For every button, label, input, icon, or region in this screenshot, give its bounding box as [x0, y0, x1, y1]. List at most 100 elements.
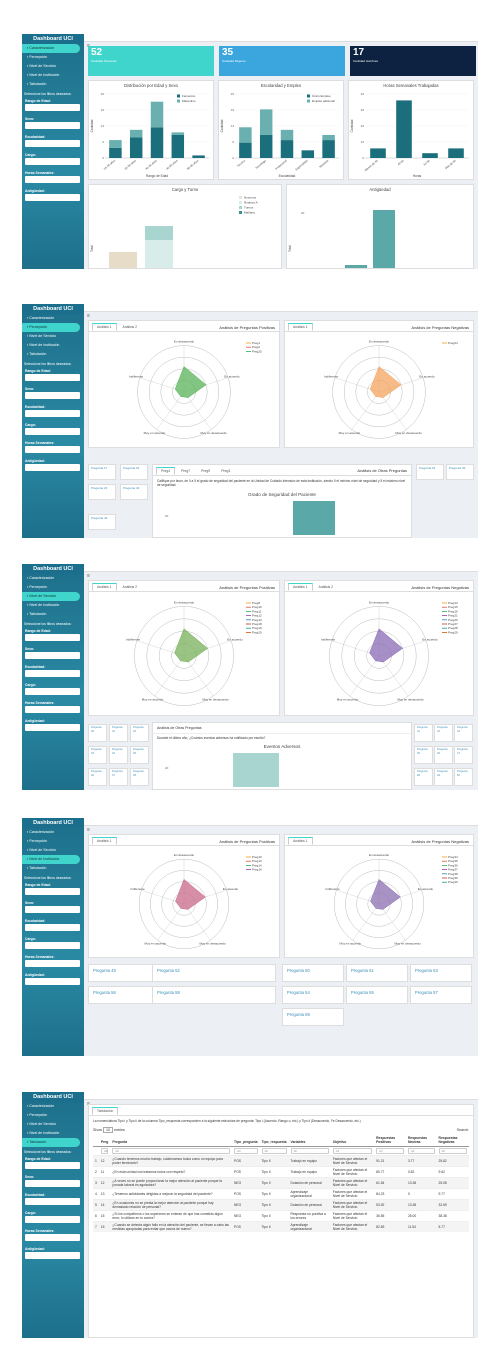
table-row[interactable]: 1 12 ¿Cuando tenemos mucho trabajo, colabo… — [93, 1155, 469, 1167]
column-header[interactable]: Respuestas Negativas — [436, 1134, 469, 1147]
column-header[interactable]: Pregunta — [110, 1134, 233, 1147]
column-filter[interactable]: All — [407, 1148, 435, 1154]
sidebar-item[interactable]: ▪ Nivel de Institución — [22, 601, 84, 610]
column-filter[interactable]: All — [112, 1148, 231, 1154]
sidebar-item[interactable]: ▪ Caracterización — [22, 574, 84, 583]
question-box[interactable]: Pregunta 40 — [120, 484, 148, 500]
question-box[interactable]: Pregunta 44 — [454, 724, 473, 742]
column-filter[interactable]: All — [290, 1148, 329, 1154]
tab-analisis-1[interactable]: Análisis 1 — [92, 837, 117, 845]
question-box[interactable]: Pregunta 50 — [282, 964, 344, 982]
question-box[interactable]: Pregunta 37 — [109, 768, 128, 786]
filter-input[interactable] — [25, 688, 80, 695]
tab-tabulacion[interactable]: Tabulación — [92, 1107, 119, 1115]
tab-other-question[interactable]: Preg3 — [216, 467, 235, 475]
question-box[interactable]: Pregunta 31 — [109, 724, 128, 742]
question-box[interactable]: Pregunta 53 — [410, 964, 472, 982]
column-filter[interactable]: All — [332, 1148, 373, 1154]
sidebar-item[interactable]: ▪ Nivel de Servicio — [22, 592, 80, 601]
sidebar-item[interactable]: ▪ Nivel de Servicio — [22, 332, 84, 341]
filter-input[interactable] — [25, 960, 80, 967]
sidebar-item[interactable]: ▪ Percepción — [22, 837, 84, 846]
question-box[interactable]: Pregunta 39 — [446, 464, 474, 480]
sidebar-item[interactable]: ▪ Percepción — [22, 1111, 84, 1120]
question-box[interactable]: Pregunta 57 — [410, 986, 472, 1004]
question-box[interactable]: Pregunta 51 — [346, 964, 408, 982]
question-box[interactable]: Pregunta 59 — [282, 1008, 344, 1026]
sidebar-item[interactable]: ▪ Nivel de Institución — [22, 1129, 84, 1138]
filter-input[interactable] — [25, 634, 80, 641]
sidebar-item[interactable]: ▪ Nivel de Servicio — [22, 846, 84, 855]
sidebar-item[interactable]: ▪ Nivel de Institución — [22, 341, 84, 350]
table-row[interactable]: 3 12 ¿A veces no se puede proporcionar la … — [93, 1177, 469, 1189]
question-box[interactable]: Pregunta 17 — [88, 464, 116, 480]
sidebar-item[interactable]: ▪ Tabulación — [22, 610, 84, 619]
filter-input[interactable] — [25, 410, 80, 417]
entries-select[interactable]: 10 — [103, 1127, 113, 1133]
filter-input[interactable] — [25, 670, 80, 677]
filter-input[interactable] — [25, 906, 80, 913]
tab-other-question[interactable]: Preg7 — [176, 467, 195, 475]
filter-input[interactable] — [25, 706, 80, 713]
filter-input[interactable] — [25, 652, 80, 659]
question-box[interactable]: Pregunta 42 — [434, 724, 453, 742]
filter-input[interactable] — [25, 1216, 80, 1223]
table-row[interactable]: 2 11 ¿En esta unidad nos tratamos todos co… — [93, 1166, 469, 1178]
column-header[interactable]: Tipo_pregunta — [232, 1134, 260, 1147]
table-row[interactable]: 6 15 ¿Si los compañeros o los superiores s… — [93, 1210, 469, 1222]
question-box[interactable]: Pregunta 23 — [88, 484, 116, 500]
filter-input[interactable] — [25, 1162, 80, 1169]
question-box[interactable]: Pregunta 50 — [454, 768, 473, 786]
sidebar-item[interactable]: ▪ Nivel de Servicio — [22, 62, 84, 71]
filter-input[interactable] — [25, 122, 80, 129]
question-box[interactable]: Pregunta 52 — [152, 964, 276, 982]
filter-input[interactable] — [25, 446, 80, 453]
hamburger-icon[interactable]: ≡ — [84, 313, 90, 319]
sidebar-item[interactable]: ▪ Tabulación — [22, 80, 84, 89]
question-box[interactable]: Pregunta 55 — [346, 986, 408, 1004]
question-box[interactable]: Pregunta 33 — [88, 746, 107, 764]
question-box[interactable]: Pregunta 24 — [416, 464, 444, 480]
filter-input[interactable] — [25, 1198, 80, 1205]
question-box[interactable]: Pregunta 36 — [88, 768, 107, 786]
filter-input[interactable] — [25, 158, 80, 165]
column-header[interactable]: Tipo_respuesta — [259, 1134, 289, 1147]
filter-input[interactable] — [25, 1180, 80, 1187]
question-box[interactable]: Pregunta 49 — [434, 768, 453, 786]
hamburger-icon[interactable]: ≡ — [84, 573, 90, 579]
tab-other-question[interactable]: Preg9 — [196, 467, 215, 475]
question-box[interactable]: Pregunta 34 — [109, 746, 128, 764]
tab-analisis-2[interactable]: Análisis 2 — [314, 583, 339, 591]
column-filter[interactable]: All — [376, 1148, 404, 1154]
filter-input[interactable] — [25, 464, 80, 471]
column-header[interactable]: Preg — [98, 1134, 111, 1147]
sidebar-item[interactable]: ▪ Caracterización — [22, 1102, 84, 1111]
question-box[interactable]: Pregunta 35 — [130, 746, 149, 764]
filter-input[interactable] — [25, 924, 80, 931]
sidebar-item[interactable]: ▪ Caracterización — [22, 44, 80, 53]
sidebar-item[interactable]: ▪ Nivel de Institución — [22, 71, 84, 80]
column-header[interactable]: Objetivo — [330, 1134, 375, 1147]
sidebar-item[interactable]: ▪ Percepción — [22, 53, 84, 62]
sidebar-item[interactable]: ▪ Percepción — [22, 583, 84, 592]
question-box[interactable]: Pregunta 30 — [88, 724, 107, 742]
tab-analisis-2[interactable]: Análisis 2 — [118, 583, 143, 591]
sidebar-item[interactable]: ▪ Tabulación — [22, 350, 84, 359]
sidebar-item[interactable]: ▪ Caracterización — [22, 314, 84, 323]
hamburger-icon[interactable]: ≡ — [84, 827, 90, 833]
question-box[interactable]: Pregunta 43 — [88, 514, 116, 530]
filter-input[interactable] — [25, 1252, 80, 1259]
question-box[interactable]: Pregunta 41 — [414, 724, 433, 742]
column-filter[interactable]: All — [100, 1148, 109, 1154]
filter-input[interactable] — [25, 1234, 80, 1241]
filter-input[interactable] — [25, 888, 80, 895]
question-box[interactable]: Pregunta 32 — [130, 724, 149, 742]
column-header[interactable]: Respuestas Neutras — [405, 1134, 437, 1147]
filter-input[interactable] — [25, 194, 80, 201]
column-filter[interactable]: All — [261, 1148, 287, 1154]
column-filter[interactable]: All — [234, 1148, 258, 1154]
question-box[interactable]: Pregunta 45 — [414, 746, 433, 764]
filter-input[interactable] — [25, 978, 80, 985]
filter-input[interactable] — [25, 176, 80, 183]
question-box[interactable]: Pregunta 47 — [454, 746, 473, 764]
